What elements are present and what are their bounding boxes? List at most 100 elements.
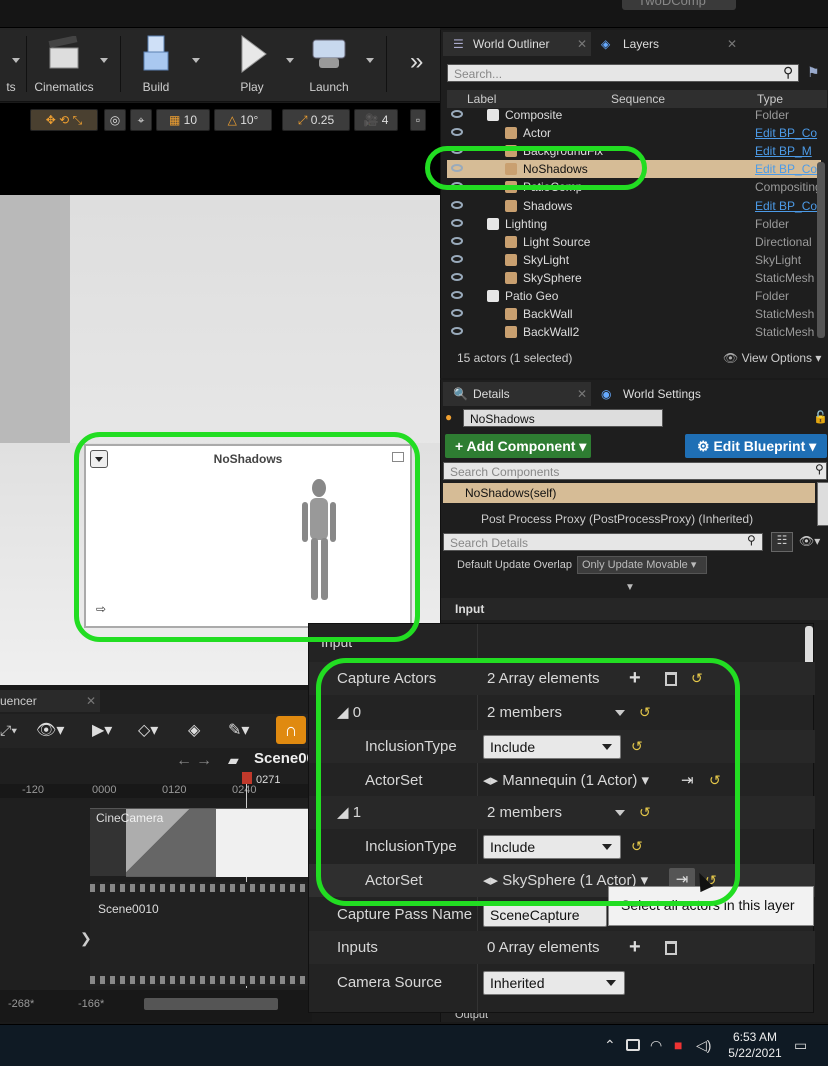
chevron-down-icon[interactable] xyxy=(286,58,294,63)
close-icon[interactable]: ✕ xyxy=(577,32,587,56)
add-component-button[interactable]: + Add Component ▾ xyxy=(445,434,591,458)
reset-icon[interactable]: ↺ xyxy=(631,830,643,863)
maximize-icon[interactable] xyxy=(392,452,404,462)
visibility-eye-icon[interactable] xyxy=(451,164,463,173)
outliner-row[interactable]: PatioComp Compositing xyxy=(447,178,821,196)
outliner-search-input[interactable]: Search... xyxy=(447,64,799,82)
rotation-snap-button[interactable]: △ 10° xyxy=(214,109,272,131)
reset-icon[interactable]: ↺ xyxy=(639,796,651,829)
visibility-eye-icon[interactable] xyxy=(451,128,463,137)
outliner-row[interactable]: Patio Geo Folder xyxy=(447,287,821,305)
timeline-ruler[interactable]: -120 0000 0120 0240 xyxy=(0,784,312,798)
close-icon[interactable]: ✕ xyxy=(577,382,587,406)
battery-icon[interactable] xyxy=(626,1039,640,1051)
visibility-eye-icon[interactable] xyxy=(451,200,463,209)
edit-blueprint-link[interactable]: Edit BP_Co xyxy=(755,197,821,215)
visibility-eye-icon[interactable] xyxy=(451,110,463,118)
tab-layers[interactable]: ◈ Layers ✕ xyxy=(593,32,741,56)
maximize-viewport-icon[interactable]: ▫ xyxy=(410,109,426,131)
property-matrix-icon[interactable]: ☷ xyxy=(771,532,793,552)
build-button[interactable]: Build xyxy=(126,34,186,98)
toolbar-partial-button[interactable]: ts xyxy=(0,34,22,98)
surface-snap-icon[interactable]: ⌖ xyxy=(130,109,152,131)
outliner-row[interactable]: Lighting Folder xyxy=(447,215,821,233)
pin-icon[interactable]: ⇨ xyxy=(96,602,106,616)
visibility-eye-icon[interactable] xyxy=(451,146,463,155)
snap-magnet-icon[interactable]: ∩ xyxy=(276,716,306,744)
reset-icon[interactable]: ↺ xyxy=(631,730,643,763)
pencil-icon[interactable]: ✎▾ xyxy=(228,720,249,740)
edit-blueprint-link[interactable]: Edit BP_M xyxy=(755,142,821,160)
edit-blueprint-button[interactable]: ⚙ Edit Blueprint ▾ xyxy=(685,434,827,458)
volume-icon[interactable]: ◁) xyxy=(696,1037,711,1054)
antivirus-icon[interactable]: ■ xyxy=(674,1037,682,1053)
trash-icon[interactable] xyxy=(665,672,677,686)
auto-key-icon[interactable]: ◈ xyxy=(188,720,200,740)
play-options-icon[interactable]: ▶▾ xyxy=(92,720,112,740)
overflow-icon[interactable]: » xyxy=(410,48,423,76)
outliner-row[interactable]: Composite Folder xyxy=(447,106,821,124)
forward-arrow-icon[interactable]: → xyxy=(196,752,212,770)
close-icon[interactable]: ✕ xyxy=(727,32,737,56)
camera-track-section[interactable]: CineCamera xyxy=(90,808,312,877)
component-self-row[interactable]: NoShadows(self) xyxy=(443,483,815,503)
chevron-down-icon[interactable] xyxy=(615,710,625,716)
transform-tools[interactable]: ✥ ⟲ ⤡ xyxy=(30,109,98,131)
camera-speed-button[interactable]: 🎥 4 xyxy=(354,109,398,131)
reset-icon[interactable]: ↺ xyxy=(639,696,651,729)
scale-snap-button[interactable]: ⤢ 0.25 xyxy=(282,109,350,131)
visibility-eye-icon[interactable] xyxy=(451,236,463,245)
outliner-row[interactable]: SkyLight SkyLight xyxy=(447,251,821,269)
outliner-row[interactable]: NoShadows Edit BP_Co xyxy=(447,160,821,179)
pin-icon[interactable]: ⚑ xyxy=(807,64,820,81)
search-details-input[interactable]: Search Details xyxy=(443,533,763,551)
launch-button[interactable]: Launch xyxy=(298,34,360,98)
camera-source-combo[interactable]: Inherited xyxy=(483,971,625,995)
component-proxy-row[interactable]: Post Process Proxy (PostProcessProxy) (I… xyxy=(455,510,815,528)
eye-icon[interactable]: 👁▾ xyxy=(36,720,64,740)
notifications-icon[interactable]: ▭ xyxy=(794,1037,807,1054)
add-element-icon[interactable]: + xyxy=(629,662,641,695)
transform-icon[interactable]: ⤢▾ xyxy=(0,722,17,739)
inclusion-type-combo[interactable]: Include xyxy=(483,835,621,859)
outliner-row[interactable]: BackWall StaticMesh xyxy=(447,305,821,323)
search-components-input[interactable]: Search Components xyxy=(443,462,827,480)
inclusion-type-combo[interactable]: Include xyxy=(483,735,621,759)
wifi-icon[interactable]: ◠ xyxy=(650,1037,662,1054)
edit-blueprint-link[interactable]: Edit BP_Co xyxy=(755,160,821,178)
reset-icon[interactable]: ↺ xyxy=(709,764,721,797)
capture-pass-input[interactable]: SceneCapture xyxy=(483,903,607,927)
sequencer-tab[interactable]: uencer ✕ xyxy=(0,690,100,712)
actor-set-combo[interactable]: ◂▸ Mannequin (1 Actor) ▾ xyxy=(483,764,649,797)
edit-blueprint-link[interactable]: Edit BP_Co xyxy=(755,124,821,142)
outliner-row[interactable]: SkySphere StaticMesh xyxy=(447,269,821,287)
input-section-header[interactable]: Input xyxy=(441,598,828,620)
column-label[interactable]: Label xyxy=(467,92,496,106)
column-sequence[interactable]: Sequence xyxy=(611,92,665,106)
tab-details[interactable]: 🔍 Details ✕ xyxy=(443,382,591,406)
visibility-eye-icon[interactable] xyxy=(451,272,463,281)
column-type[interactable]: Type xyxy=(757,92,783,106)
outliner-row[interactable]: Shadows Edit BP_Co xyxy=(447,197,821,215)
chevron-down-icon[interactable] xyxy=(366,58,374,63)
advanced-expand-icon[interactable]: ▼ xyxy=(625,582,635,593)
chevron-down-icon[interactable] xyxy=(12,58,20,63)
tab-world-settings[interactable]: ◉ World Settings xyxy=(593,382,741,406)
back-arrow-icon[interactable]: ← xyxy=(176,752,192,770)
actor-name-input[interactable]: NoShadows xyxy=(463,409,663,427)
expand-icon[interactable]: ❯ xyxy=(80,930,92,947)
reset-icon[interactable]: ↺ xyxy=(691,662,703,695)
chevron-down-icon[interactable] xyxy=(192,58,200,63)
visibility-eye-icon[interactable] xyxy=(451,309,463,318)
visibility-eye-icon[interactable] xyxy=(451,182,463,191)
trash-icon[interactable] xyxy=(665,941,677,955)
world-local-icon[interactable]: ◎ xyxy=(104,109,126,131)
close-icon[interactable]: ✕ xyxy=(86,690,96,712)
add-element-icon[interactable]: + xyxy=(629,931,641,964)
chevron-up-icon[interactable]: ⌃ xyxy=(604,1037,616,1054)
shot-track-section[interactable]: Scene0010 xyxy=(90,882,312,986)
visibility-eye-icon[interactable] xyxy=(451,327,463,336)
range-scrollbar[interactable] xyxy=(144,998,278,1010)
outliner-row[interactable]: BackWall2 StaticMesh xyxy=(447,323,821,341)
chevron-down-icon[interactable] xyxy=(615,810,625,816)
